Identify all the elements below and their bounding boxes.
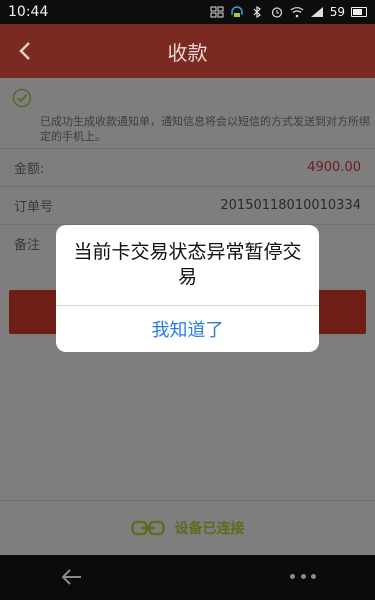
order-number-value: 20150118010010334: [220, 198, 361, 213]
device-connected-label: 设备已连接: [174, 521, 245, 537]
back-button[interactable]: [10, 36, 40, 66]
headset-icon: [230, 6, 243, 17]
alarm-icon: [271, 7, 282, 18]
bluetooth-icon: [253, 6, 261, 18]
dialog-message: 当前卡交易状态异常暂停交易: [73, 241, 302, 288]
order-number-row: 订单号 20150118010010334: [0, 186, 375, 224]
page-title: 收款: [167, 40, 208, 65]
status-bar: 10:44 59: [0, 0, 375, 24]
screenshot-icon: [210, 6, 224, 18]
nav-back-icon[interactable]: [60, 567, 84, 587]
alert-dialog: 当前卡交易状态异常暂停交易 我知道了: [56, 225, 319, 352]
chevron-left-icon: [19, 42, 30, 60]
signal-icon: [310, 7, 323, 17]
more-icon[interactable]: [290, 574, 316, 582]
amount-label: 金额:: [14, 162, 45, 177]
dialog-confirm-button[interactable]: 我知道了: [56, 306, 319, 352]
battery-icon: [351, 7, 367, 17]
system-nav-bar: [0, 555, 375, 600]
order-number-label: 订单号: [14, 200, 54, 215]
status-icons: 59: [210, 5, 367, 19]
check-circle-icon: [12, 88, 32, 108]
status-time: 10:44: [8, 4, 49, 20]
amount-value: 4900.00: [307, 160, 361, 175]
wifi-icon: [290, 7, 304, 18]
notice-block: 已成功生成收款通知单，通知信息将会以短信的方式发送到对方所绑定的手机上。: [0, 78, 375, 148]
battery-percent: 59: [329, 5, 345, 19]
amount-row: 金额: 4900.00: [0, 148, 375, 186]
title-bar: 收款: [0, 24, 375, 78]
remark-label: 备注: [14, 238, 41, 253]
link-icon: [130, 520, 165, 536]
notice-text: 已成功生成收款通知单，通知信息将会以短信的方式发送到对方所绑定的手机上。: [40, 115, 370, 143]
device-status-bar: 设备已连接: [0, 500, 375, 555]
